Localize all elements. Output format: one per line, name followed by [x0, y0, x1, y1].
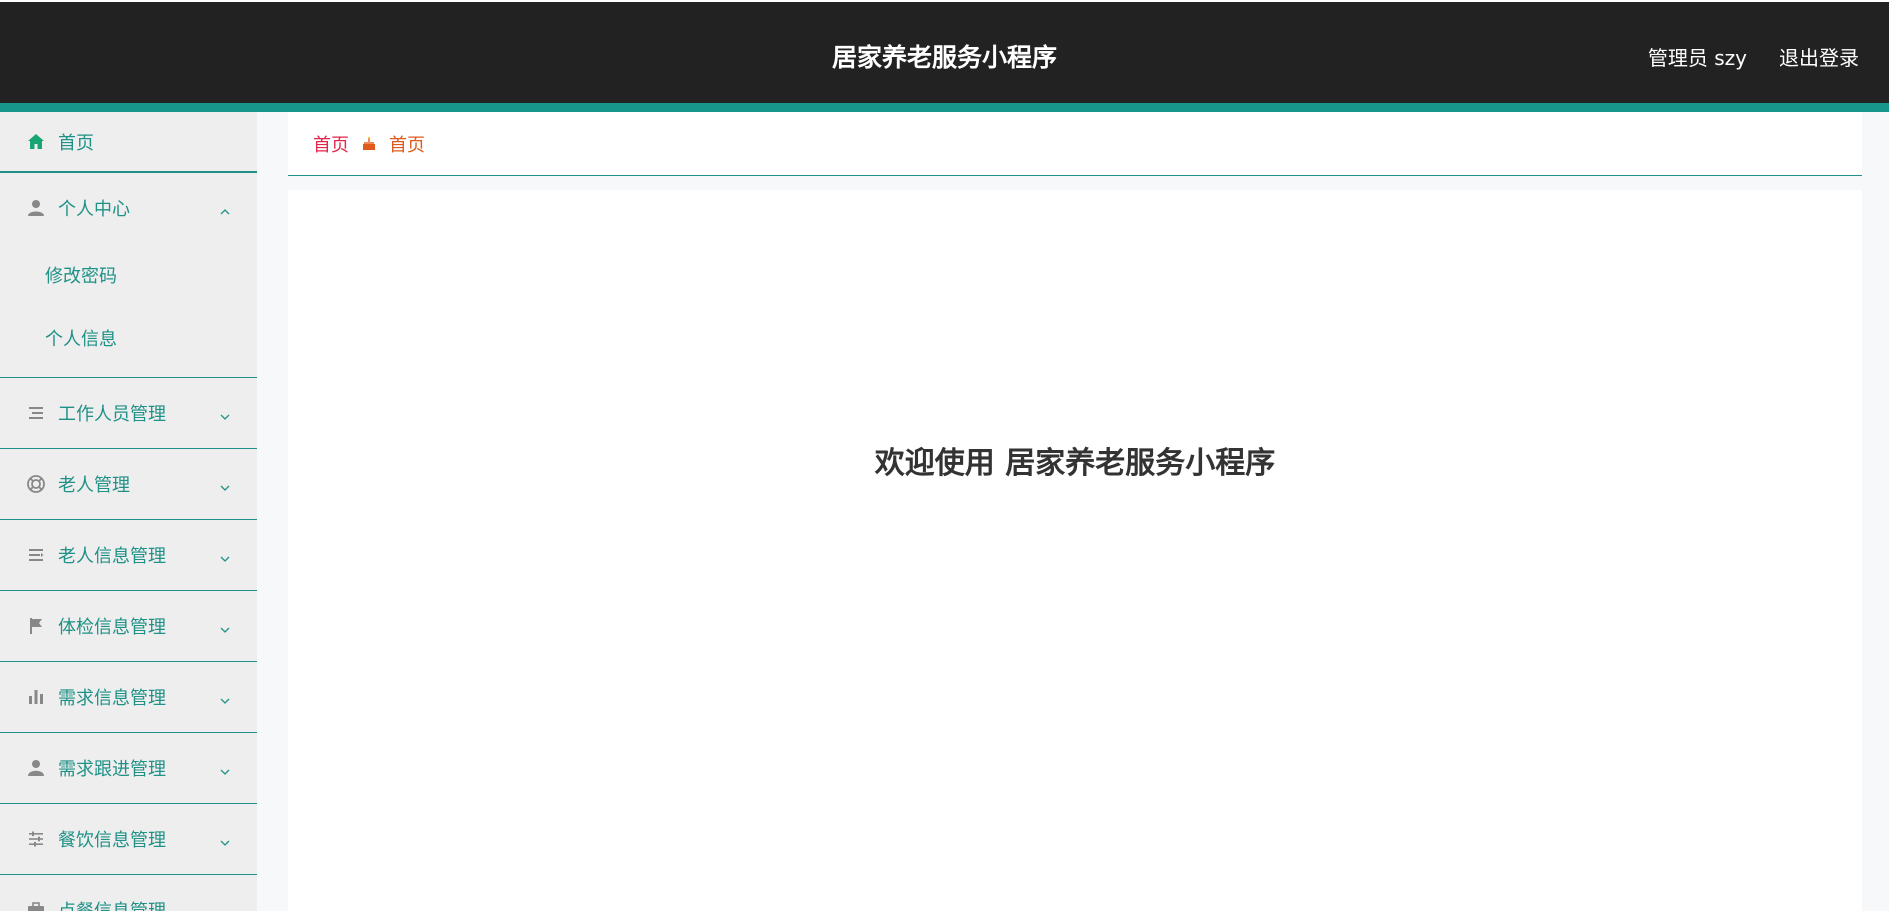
personal-center-submenu: 修改密码 个人信息	[0, 243, 257, 378]
main-area: 首页 首页 欢迎使用 居家养老服务小程序	[257, 112, 1889, 911]
sidebar-item-label: 工作人员管理	[58, 404, 166, 425]
flag-icon	[26, 616, 46, 636]
breadcrumb-current: 首页	[389, 134, 425, 156]
breadcrumb: 首页 首页	[288, 112, 1862, 176]
sidebar-item-label: 需求信息管理	[58, 688, 166, 709]
chevron-down-icon	[219, 691, 231, 704]
chevron-down-icon	[219, 762, 231, 775]
home-icon	[26, 132, 46, 152]
chevron-down-icon	[219, 549, 231, 562]
sidebar-item-home[interactable]: 首页	[0, 112, 257, 172]
sidebar-item-catering[interactable]: 餐饮信息管理	[0, 804, 257, 875]
sidebar-item-personal-center[interactable]: 个人中心	[0, 172, 257, 243]
sidebar-subitem-profile[interactable]: 个人信息	[0, 306, 257, 369]
admin-user-label: 管理员 szy	[1647, 46, 1747, 70]
bar-chart-icon	[26, 687, 46, 707]
person-icon	[26, 758, 46, 778]
welcome-message: 欢迎使用 居家养老服务小程序	[874, 446, 1276, 481]
sliders-icon	[26, 829, 46, 849]
sidebar-item-label: 个人中心	[58, 199, 130, 220]
list-icon	[26, 403, 46, 423]
chevron-up-icon	[219, 202, 231, 215]
content-panel: 欢迎使用 居家养老服务小程序	[288, 190, 1862, 911]
sidebar-item-demand[interactable]: 需求信息管理	[0, 662, 257, 733]
sidebar-item-checkup[interactable]: 体检信息管理	[0, 591, 257, 662]
list-alt-icon	[26, 545, 46, 565]
sidebar-item-elder-info[interactable]: 老人信息管理	[0, 520, 257, 591]
chevron-down-icon	[219, 478, 231, 491]
user-icon	[26, 198, 46, 218]
sidebar-item-label: 首页	[58, 132, 94, 154]
logout-button[interactable]: 退出登录	[1779, 42, 1859, 71]
chevron-down-icon	[219, 407, 231, 420]
breadcrumb-home-link[interactable]: 首页	[313, 131, 349, 157]
sidebar-item-elders[interactable]: 老人管理	[0, 449, 257, 520]
sidebar-item-label: 需求跟进管理	[58, 759, 166, 780]
sidebar-item-label: 点餐信息管理	[58, 897, 166, 911]
top-header: 居家养老服务小程序 管理员 szy 退出登录	[0, 0, 1889, 103]
sidebar-item-label: 体检信息管理	[58, 617, 166, 638]
sidebar-item-followup[interactable]: 需求跟进管理	[0, 733, 257, 804]
chevron-down-icon	[219, 904, 231, 911]
chevron-down-icon	[219, 620, 231, 633]
header-accent-bar	[0, 103, 1889, 112]
sidebar-item-staff[interactable]: 工作人员管理	[0, 378, 257, 449]
briefcase-icon	[26, 900, 46, 911]
sidebar-item-label: 老人管理	[58, 475, 130, 496]
chevron-down-icon	[219, 833, 231, 846]
sidebar-subitem-change-password[interactable]: 修改密码	[0, 243, 257, 306]
cake-icon	[361, 136, 377, 152]
sidebar-item-label: 餐饮信息管理	[58, 830, 166, 851]
sidebar-item-label: 老人信息管理	[58, 546, 166, 567]
sidebar-item-orders[interactable]: 点餐信息管理	[0, 875, 257, 911]
sidebar: 首页 个人中心 修改密码 个人信息 工作人员管理 老人管理 老人信息管理 体检信…	[0, 112, 257, 911]
lifebuoy-icon	[26, 474, 46, 494]
app-title: 居家养老服务小程序	[831, 43, 1057, 72]
